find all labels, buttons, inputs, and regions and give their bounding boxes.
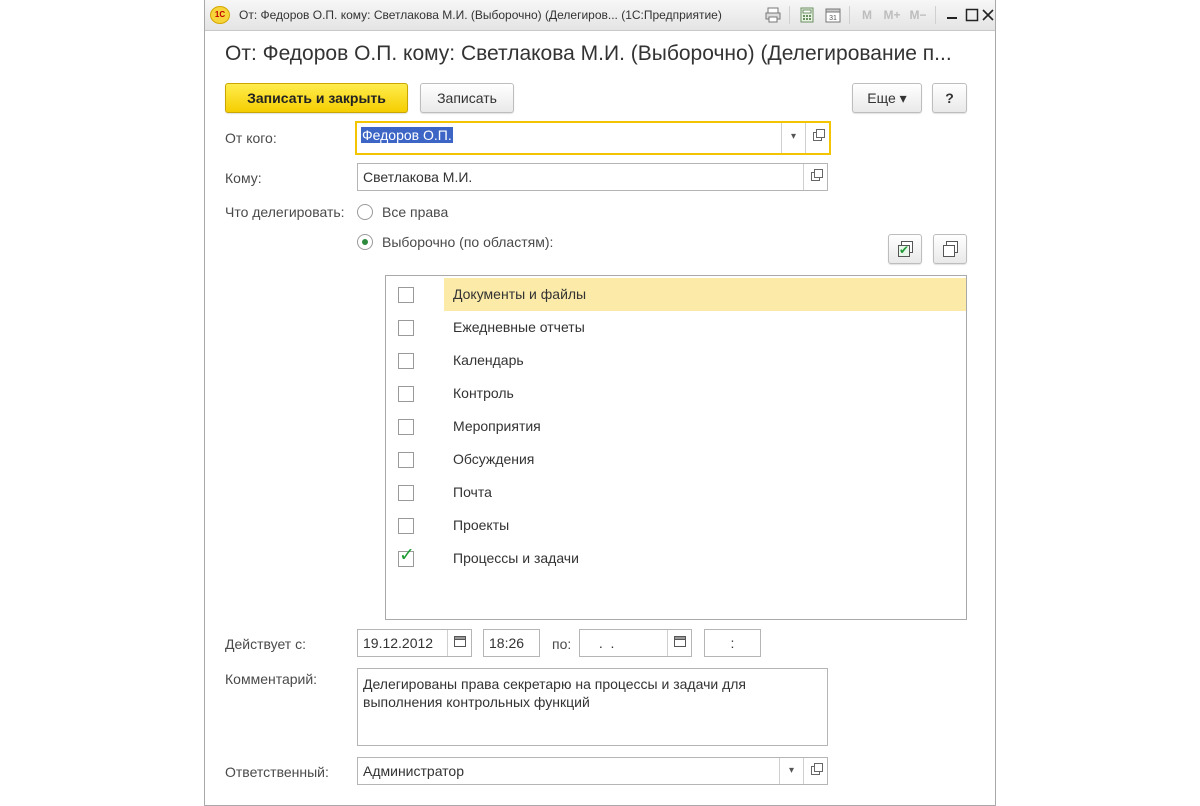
list-item[interactable]: Мероприятия	[386, 410, 966, 443]
selective-radio[interactable]	[357, 234, 373, 250]
from-value: Федоров О.П.	[361, 127, 453, 143]
form-window: 1С От: Федоров О.П. кому: Светлакова М.И…	[204, 0, 996, 806]
calendar-icon[interactable]: 31	[825, 7, 841, 23]
window-title: От: Федоров О.П. кому: Светлакова М.И. (…	[239, 8, 722, 22]
close-icon[interactable]	[981, 6, 995, 24]
list-item-label: Документы и файлы	[453, 286, 587, 302]
calculator-icon[interactable]	[799, 7, 815, 23]
area-checkbox[interactable]	[398, 386, 414, 402]
memory-plus-icon[interactable]: M+	[881, 7, 903, 23]
area-checkbox[interactable]	[398, 452, 414, 468]
list-item[interactable]: Контроль	[386, 377, 966, 410]
responsible-label: Ответственный:	[225, 764, 329, 780]
list-item[interactable]: Обсуждения	[386, 443, 966, 476]
all-rights-label: Все права	[382, 204, 449, 220]
all-rights-radio[interactable]	[357, 204, 373, 220]
more-button[interactable]: Еще ▾	[852, 83, 922, 113]
from-field[interactable]: Федоров О.П. ▾	[355, 121, 831, 155]
page-title: От: Федоров О.П. кому: Светлакова М.И. (…	[225, 42, 952, 65]
save-button[interactable]: Записать	[420, 83, 514, 113]
selective-label: Выборочно (по областям):	[382, 234, 554, 250]
area-checkbox[interactable]	[398, 518, 414, 534]
list-item[interactable]: Документы и файлы	[386, 278, 966, 311]
comment-label: Комментарий:	[225, 671, 318, 687]
to-open-icon[interactable]	[803, 164, 827, 190]
area-checkbox[interactable]: ✓	[398, 546, 415, 567]
from-label: От кого:	[225, 130, 277, 146]
time-to-field[interactable]: :	[704, 629, 761, 657]
area-checkbox[interactable]	[398, 353, 414, 369]
list-item-label: Обсуждения	[453, 451, 535, 467]
list-item[interactable]: Ежедневные отчеты	[386, 311, 966, 344]
responsible-dropdown-icon[interactable]: ▾	[779, 758, 803, 784]
list-item[interactable]: Проекты	[386, 509, 966, 542]
time-from-value: 18:26	[489, 635, 525, 651]
valid-from-label: Действует с:	[225, 636, 306, 652]
memory-minus-icon[interactable]: M−	[907, 7, 929, 23]
responsible-field[interactable]: Администратор ▾	[357, 757, 828, 785]
area-checkbox[interactable]	[398, 485, 414, 501]
date-from-calendar-icon[interactable]	[447, 630, 471, 656]
list-item[interactable]: Календарь	[386, 344, 966, 377]
date-to-calendar-icon[interactable]	[667, 630, 691, 656]
title-bar: 1С От: Федоров О.П. кому: Светлакова М.И…	[205, 0, 995, 31]
save-and-close-button[interactable]: Записать и закрыть	[225, 83, 408, 113]
app-logo-icon: 1С	[210, 6, 230, 24]
to-label: Кому:	[225, 170, 262, 186]
memory-icon[interactable]: M	[859, 7, 875, 23]
svg-text:31: 31	[829, 15, 837, 22]
date-from-field[interactable]: 19.12.2012	[357, 629, 472, 657]
list-item-label: Почта	[453, 484, 492, 500]
from-dropdown-icon[interactable]: ▾	[781, 123, 805, 153]
list-item-label: Проекты	[453, 517, 510, 533]
what-label: Что делегировать:	[225, 204, 345, 220]
minimize-icon[interactable]	[943, 6, 961, 24]
date-from-value: 19.12.2012	[363, 635, 434, 651]
comment-textarea[interactable]: Делегированы права секретарю на процессы…	[357, 668, 828, 746]
time-to-value: :	[730, 635, 735, 651]
time-from-field[interactable]: 18:26	[483, 629, 540, 657]
date-to-field[interactable]: . .	[579, 629, 692, 657]
list-item[interactable]: ✓ Процессы и задачи	[386, 542, 966, 575]
help-button[interactable]: ?	[932, 83, 967, 113]
maximize-icon[interactable]	[963, 6, 981, 24]
print-icon[interactable]	[765, 7, 781, 23]
from-open-icon[interactable]	[805, 123, 829, 153]
area-checkbox[interactable]	[398, 419, 414, 435]
uncheck-all-button[interactable]	[933, 234, 967, 264]
area-checkbox[interactable]	[398, 287, 414, 303]
area-checkbox[interactable]	[398, 320, 414, 336]
list-item[interactable]: Почта	[386, 476, 966, 509]
check-all-button[interactable]: ✔	[888, 234, 922, 264]
list-item-label: Контроль	[453, 385, 514, 401]
areas-list: Документы и файлы Ежедневные отчеты Кале…	[385, 275, 967, 620]
to-date-label: по:	[552, 636, 572, 652]
list-item-label: Процессы и задачи	[453, 550, 579, 566]
to-field[interactable]: Светлакова М.И.	[357, 163, 828, 191]
list-item-label: Мероприятия	[453, 418, 541, 434]
list-item-label: Ежедневные отчеты	[453, 319, 585, 335]
list-item-label: Календарь	[453, 352, 524, 368]
date-to-value: . .	[595, 635, 615, 651]
check-icon: ✓	[399, 545, 415, 566]
responsible-open-icon[interactable]	[803, 758, 827, 784]
responsible-value: Администратор	[363, 763, 465, 779]
to-value: Светлакова М.И.	[363, 169, 473, 185]
